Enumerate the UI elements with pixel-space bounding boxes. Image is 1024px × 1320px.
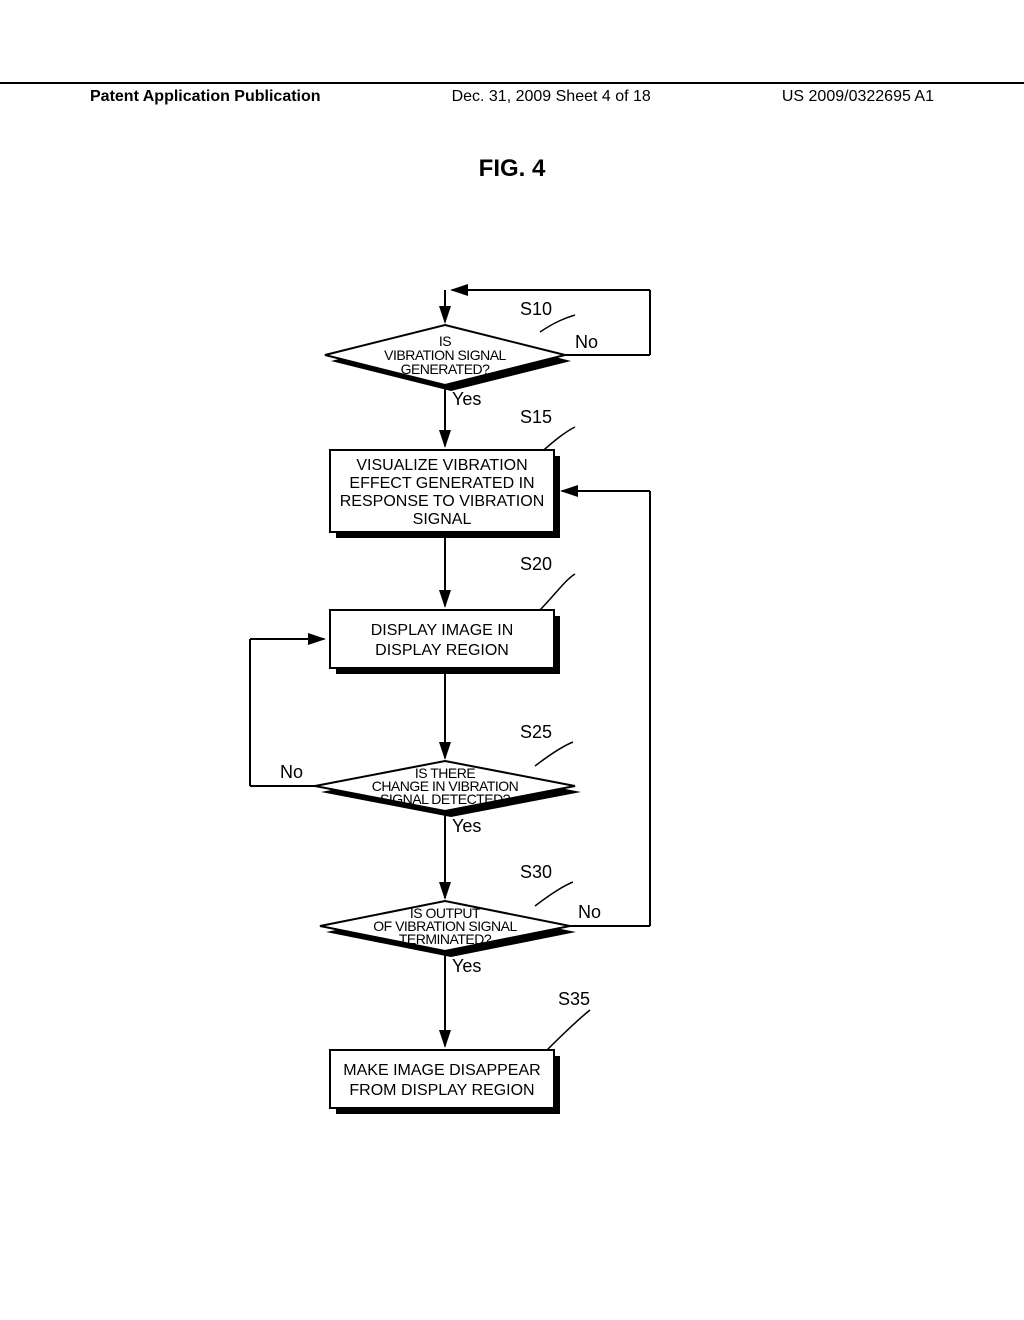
node-s10: IS VIBRATION SIGNAL GENERATED? bbox=[325, 325, 571, 391]
leader-s30 bbox=[535, 882, 573, 906]
figure-label: FIG. 4 bbox=[0, 155, 1024, 183]
header-date-sheet: Dec. 31, 2009 Sheet 4 of 18 bbox=[452, 88, 651, 106]
svg-text:VISUALIZE VIBRATION: VISUALIZE VIBRATION bbox=[356, 457, 527, 474]
node-s25: IS THERE CHANGE IN VIBRATION SIGNAL DETE… bbox=[315, 761, 581, 817]
svg-text:GENERATED?: GENERATED? bbox=[401, 361, 491, 377]
svg-text:EFFECT GENERATED IN: EFFECT GENERATED IN bbox=[349, 475, 534, 492]
label-s25-no: No bbox=[280, 762, 303, 782]
tag-s25: S25 bbox=[520, 722, 552, 742]
tag-s15: S15 bbox=[520, 407, 552, 427]
svg-text:DISPLAY REGION: DISPLAY REGION bbox=[375, 642, 509, 659]
leader-s20 bbox=[538, 574, 575, 612]
flowchart: IS VIBRATION SIGNAL GENERATED? S10 No Ye… bbox=[220, 260, 820, 1260]
tag-s20: S20 bbox=[520, 554, 552, 574]
svg-text:SIGNAL: SIGNAL bbox=[413, 511, 472, 528]
header-pub-number: US 2009/0322695 A1 bbox=[782, 88, 934, 106]
leader-s35 bbox=[545, 1010, 590, 1052]
node-s30: IS OUTPUT OF VIBRATION SIGNAL TERMINATED… bbox=[320, 901, 576, 957]
svg-text:MAKE IMAGE DISAPPEAR: MAKE IMAGE DISAPPEAR bbox=[343, 1062, 540, 1079]
label-s25-yes: Yes bbox=[452, 816, 481, 836]
svg-text:TERMINATED?: TERMINATED? bbox=[399, 931, 492, 947]
label-s30-no: No bbox=[578, 902, 601, 922]
page-header: Patent Application Publication Dec. 31, … bbox=[0, 82, 1024, 106]
node-s20: DISPLAY IMAGE IN DISPLAY REGION bbox=[330, 610, 560, 674]
svg-text:DISPLAY IMAGE IN: DISPLAY IMAGE IN bbox=[371, 622, 514, 639]
header-publication: Patent Application Publication bbox=[90, 88, 321, 106]
leader-s25 bbox=[535, 742, 573, 766]
node-s35: MAKE IMAGE DISAPPEAR FROM DISPLAY REGION bbox=[330, 1050, 560, 1114]
node-s15: VISUALIZE VIBRATION EFFECT GENERATED IN … bbox=[330, 450, 560, 538]
svg-text:SIGNAL DETECTED?: SIGNAL DETECTED? bbox=[380, 791, 511, 807]
label-s10-no: No bbox=[575, 332, 598, 352]
label-s30-yes: Yes bbox=[452, 956, 481, 976]
tag-s35: S35 bbox=[558, 989, 590, 1009]
svg-text:FROM DISPLAY REGION: FROM DISPLAY REGION bbox=[349, 1082, 534, 1099]
tag-s30: S30 bbox=[520, 862, 552, 882]
tag-s10: S10 bbox=[520, 299, 552, 319]
svg-text:RESPONSE TO VIBRATION: RESPONSE TO VIBRATION bbox=[340, 493, 545, 510]
label-s10-yes: Yes bbox=[452, 389, 481, 409]
